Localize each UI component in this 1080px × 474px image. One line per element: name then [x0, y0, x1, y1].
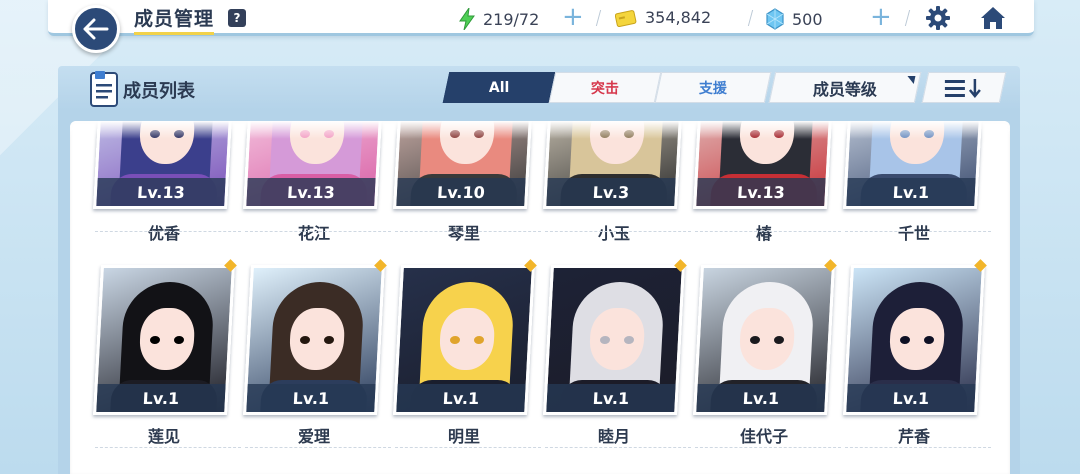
settings-button[interactable]: [925, 5, 951, 35]
divider: [545, 447, 691, 448]
divider: [245, 447, 391, 448]
dropdown-triangle-icon: [905, 76, 916, 84]
member-level: Lv.13: [96, 178, 226, 206]
member-name: 明里: [447, 427, 480, 446]
member-level: Lv.1: [96, 384, 226, 412]
sort-order-button[interactable]: [921, 72, 1007, 103]
divider: [545, 231, 691, 232]
ap-value: 219/72: [483, 9, 540, 29]
member-level: Lv.1: [696, 384, 826, 412]
tab-all[interactable]: All: [442, 72, 556, 103]
tab-special[interactable]: 支援: [654, 72, 772, 103]
divider: [845, 231, 991, 232]
help-icon[interactable]: ?: [228, 9, 246, 27]
member-level: Lv.13: [696, 178, 826, 206]
member-name: 小玉: [597, 224, 630, 243]
member-portrait: Lv.1: [543, 265, 685, 415]
sort-dropdown[interactable]: 成员等级: [768, 72, 922, 103]
member-grid[interactable]: Lv.13 优香 Lv.13 花江 Lv.10 琴里 Lv.3 小玉 Lv.13 椿 Lv.1 千世 L…: [70, 121, 1010, 474]
back-button[interactable]: [72, 5, 120, 53]
credits-icon: [615, 9, 637, 27]
member-name: 椿: [755, 224, 772, 243]
member-level: Lv.10: [396, 178, 526, 206]
divider: [95, 447, 241, 448]
divider: [395, 447, 541, 448]
member-name: 琴里: [447, 224, 480, 243]
add-ap-button[interactable]: +: [562, 4, 584, 30]
member-portrait: Lv.1: [243, 265, 385, 415]
member-level: Lv.3: [546, 178, 676, 206]
lightning-icon: [459, 8, 475, 30]
member-level: Lv.1: [846, 178, 976, 206]
member-level: Lv.1: [846, 384, 976, 412]
member-name: 莲见: [147, 427, 180, 446]
divider: [395, 231, 541, 232]
member-list-icon: [89, 70, 119, 112]
pyroxene-counter: 500: [766, 8, 823, 30]
member-level: Lv.1: [396, 384, 526, 412]
tab-label: 突击: [591, 80, 619, 97]
pyroxene-value: 500: [792, 9, 823, 29]
sort-descending-icon: [945, 78, 981, 98]
member-name: 芹香: [897, 427, 930, 446]
tab-label: All: [488, 79, 510, 96]
credits-value: 354,842: [645, 8, 712, 27]
member-name: 花江: [297, 224, 330, 243]
divider: [95, 231, 241, 232]
member-level: Lv.1: [246, 384, 376, 412]
divider: [845, 447, 991, 448]
member-portrait: Lv.1: [843, 265, 985, 415]
arrow-left-icon: [83, 18, 109, 40]
page-title: 成员管理: [134, 4, 215, 35]
member-level: Lv.13: [246, 178, 376, 206]
home-button[interactable]: [979, 5, 1007, 35]
gear-icon: [926, 6, 950, 30]
member-portrait: Lv.1: [93, 265, 235, 415]
member-level: Lv.1: [546, 384, 676, 412]
credits-counter: 354,842: [615, 8, 711, 27]
member-portrait: Lv.1: [393, 265, 535, 415]
divider: [695, 447, 841, 448]
home-icon: [981, 7, 1005, 29]
member-name: 爱理: [297, 427, 330, 446]
sort-label: 成员等级: [812, 79, 877, 99]
add-pyroxene-button[interactable]: +: [870, 4, 892, 30]
member-name: 千世: [897, 224, 930, 243]
divider: [695, 231, 841, 232]
member-list-title: 成员列表: [123, 81, 195, 102]
ap-counter: 219/72: [459, 8, 539, 30]
member-name: 优香: [147, 224, 180, 243]
tab-label: 支援: [699, 80, 727, 97]
member-name: 佳代子: [739, 427, 788, 446]
member-portrait: Lv.1: [693, 265, 835, 415]
tab-striker[interactable]: 突击: [548, 72, 662, 103]
pyroxene-icon: [766, 8, 784, 30]
member-name: 睦月: [597, 427, 630, 446]
scroll-fade: [70, 121, 1010, 139]
divider: [245, 231, 391, 232]
